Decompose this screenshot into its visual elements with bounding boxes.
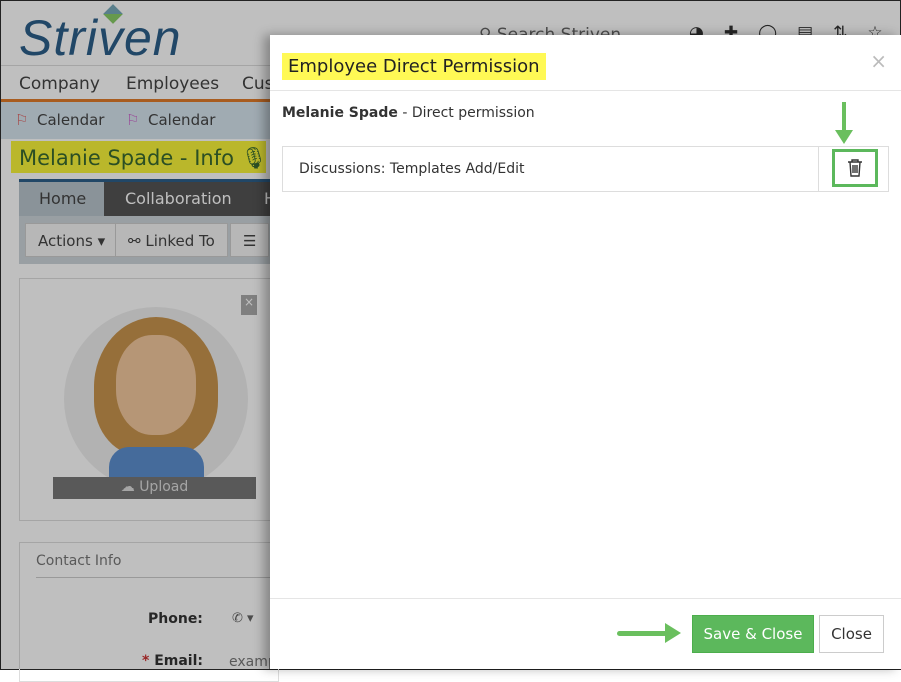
save-and-close-button[interactable]: Save & Close <box>692 615 814 653</box>
annotation-arrow-head <box>835 130 853 144</box>
delete-permission-button[interactable] <box>832 149 878 187</box>
dialog-subtitle: Melanie Spade - Direct permission <box>282 105 535 121</box>
permission-name: Discussions: Templates Add/Edit <box>299 161 525 177</box>
annotation-arrow <box>842 102 846 132</box>
annotation-arrow-head <box>665 623 681 643</box>
close-button[interactable]: Close <box>819 615 884 653</box>
employee-direct-permission-dialog: Employee Direct Permission × Melanie Spa… <box>270 35 901 669</box>
annotation-arrow <box>617 631 667 636</box>
employee-name: Melanie Spade <box>282 105 398 121</box>
dialog-footer-divider <box>270 598 901 599</box>
permission-row: Discussions: Templates Add/Edit <box>282 146 889 192</box>
dialog-title: Employee Direct Permission <box>282 53 546 80</box>
trash-icon <box>848 159 862 177</box>
close-icon[interactable]: × <box>870 49 887 73</box>
